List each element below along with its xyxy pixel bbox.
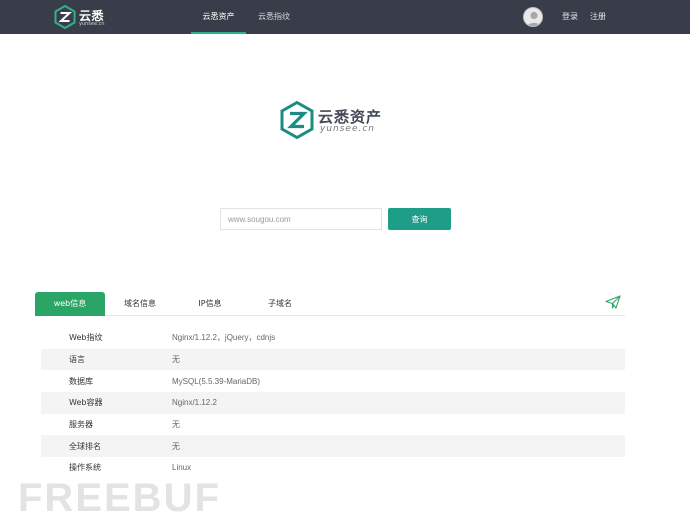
nav-item-assets[interactable]: 云悉资产: [191, 0, 246, 34]
row-key: Web容器: [69, 398, 103, 408]
login-link[interactable]: 登录: [562, 0, 578, 34]
register-link[interactable]: 注册: [590, 0, 606, 34]
brand-domain: yunsee.cn: [320, 124, 376, 134]
row-key: Web指纹: [69, 333, 103, 343]
row-key: 全球排名: [69, 441, 101, 451]
row-value: Linux: [172, 463, 192, 473]
table-row: Web容器 Nginx/1.12.2: [41, 392, 625, 414]
table-row: 语言 无: [41, 348, 625, 371]
row-key: 操作系统: [69, 463, 101, 473]
table-row: 服务器 无: [41, 414, 625, 436]
table-row: Web指纹 Nginx/1.12.2，jQuery，cdnjs: [41, 327, 625, 349]
search-button[interactable]: 查询: [388, 208, 451, 230]
user-avatar-icon[interactable]: [523, 7, 543, 27]
header-logo[interactable]: 云悉 yunsee.cn: [54, 5, 106, 29]
row-value: Nginx/1.12.2: [172, 398, 217, 408]
watermark-text: FREEBUF: [18, 476, 221, 520]
web-info-table: Web指纹 Nginx/1.12.2，jQuery，cdnjs 语言 无 数据库…: [41, 327, 625, 479]
nav-item-fingerprint[interactable]: 云悉指纹: [250, 0, 298, 34]
yunsee-logo-icon: [54, 5, 76, 29]
tab-domain-info[interactable]: 域名信息: [105, 292, 175, 316]
info-tabs: web信息 域名信息 IP信息 子域名: [35, 292, 625, 316]
tab-web-info[interactable]: web信息: [35, 292, 105, 316]
row-key: 数据库: [69, 376, 93, 386]
freebuf-watermark: FREEBUF: [18, 476, 221, 520]
search-input[interactable]: [220, 208, 382, 230]
row-value: 无: [172, 355, 180, 365]
tab-ip-info[interactable]: IP信息: [175, 292, 245, 316]
top-navbar: 云悉 yunsee.cn 云悉资产 云悉指纹 登录 注册: [0, 0, 690, 34]
row-value: 无: [172, 420, 180, 430]
row-value: Nginx/1.12.2，jQuery，cdnjs: [172, 333, 276, 343]
tab-subdomain[interactable]: 子域名: [245, 292, 315, 316]
row-value: 无: [172, 441, 180, 451]
table-row: 数据库 MySQL(5.5.39-MariaDB): [41, 370, 625, 392]
row-key: 服务器: [69, 420, 93, 430]
header-logo-domain: yunsee.cn: [79, 21, 105, 27]
yunsee-brand-icon: [280, 101, 314, 139]
row-key: 语言: [69, 355, 85, 365]
table-row: 全球排名 无: [41, 435, 625, 458]
send-icon[interactable]: [605, 295, 621, 309]
row-value: MySQL(5.5.39-MariaDB): [172, 376, 261, 386]
brand-logo: 云悉资产 yunsee.cn: [280, 101, 390, 139]
